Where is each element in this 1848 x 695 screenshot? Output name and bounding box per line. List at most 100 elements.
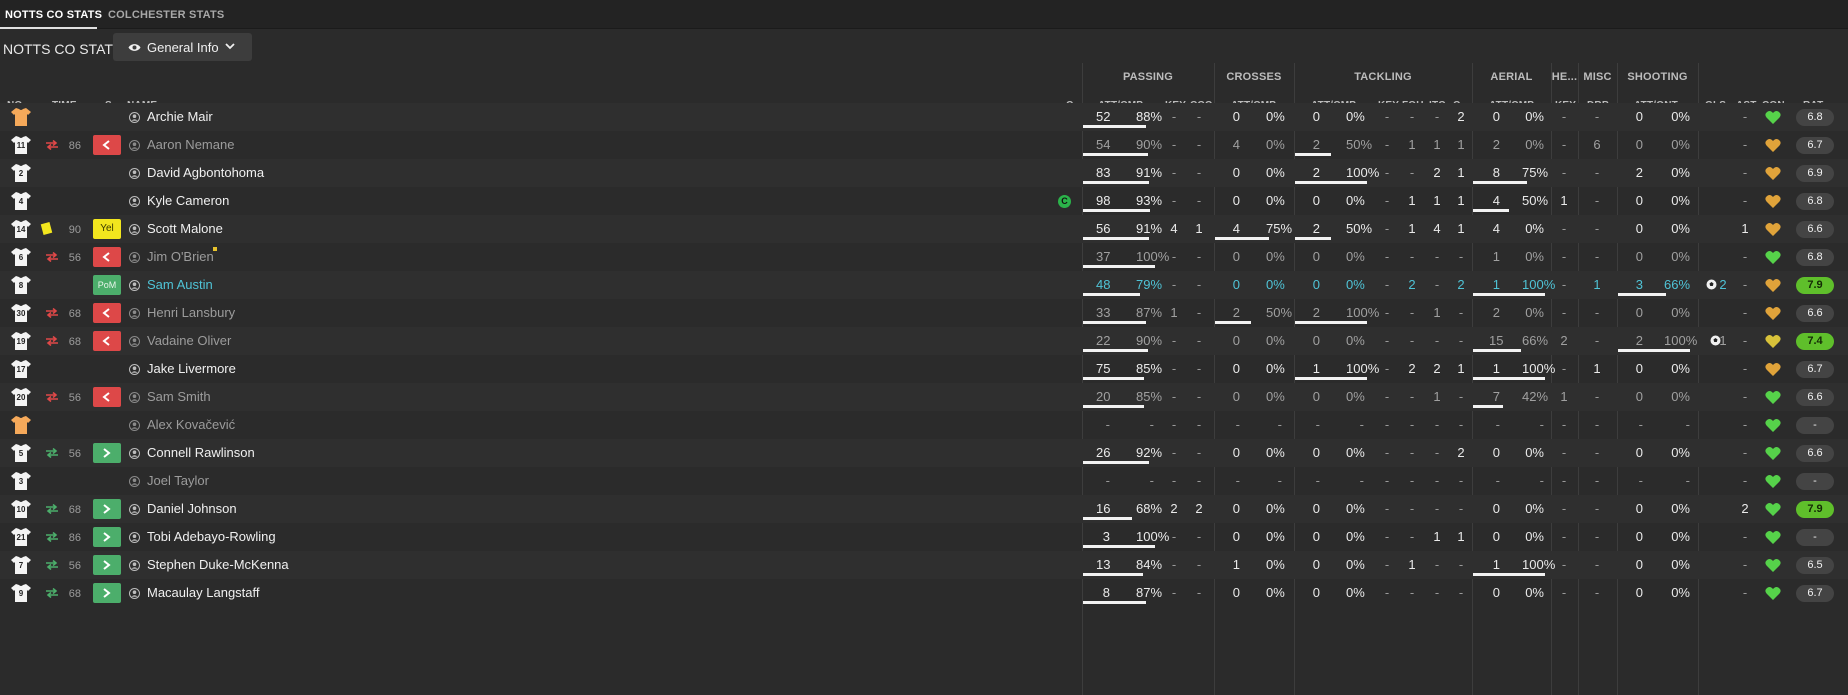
yellow-card-badge[interactable]: Yel [93,219,121,239]
stat-cross-attempts: 0 [1232,277,1240,292]
table-row[interactable]: 21 86 Tobi Adebayo-Rowling 3 100% - -0 0% 0 0% - -1… [0,523,1848,551]
sub-off-badge[interactable] [93,303,121,323]
group-header-he: HE... [1551,71,1578,83]
player-name[interactable]: Scott Malone [147,222,223,236]
stat-clear-cut-chances: - [1196,389,1202,404]
minutes-played: 68 [68,308,81,320]
player-of-match-badge[interactable]: PoM [93,275,121,295]
completion-bar [1083,461,1149,464]
table-row[interactable]: Alex Kovačević - - - - - - - - - - - - - - - - - - - - [0,411,1848,439]
stat-key-tackles: - [1384,445,1390,460]
chevron-left-icon [102,252,110,262]
table-row[interactable]: 17 Jake Livermore 75 85% - -0 0% 1 100% -2 2 1 1 100%… [0,355,1848,383]
shirt-number: 8 [18,281,24,290]
stat-key-tackles: - [1384,165,1390,180]
stat-tackle-attempts: 0 [1312,277,1320,292]
table-row[interactable]: 9 68 Macaulay Langstaff 8 87% - -0 0% 0 0% - - - -0 0%… [0,579,1848,607]
sub-on-badge[interactable] [93,583,121,603]
stat-clear-cut-chances: - [1196,305,1202,320]
stat-aerial-attempts: 1 [1492,361,1500,376]
stat-shot-attempts: 2 [1635,333,1643,348]
table-row[interactable]: 6 56 Jim O'Brien 37 100% - -0 0% 0 0% - - - -1 0% - -0 0%… [0,243,1848,271]
player-name[interactable]: Jake Livermore [147,362,236,376]
stat-clearances: 2 [1457,109,1465,124]
player-name[interactable]: David Agbontohoma [147,166,264,180]
stat-interceptions: 1 [1433,529,1441,544]
player-name[interactable]: Sam Smith [147,390,211,404]
sub-on-badge[interactable] [93,499,121,519]
table-row[interactable]: 14 90 Yel Scott Malone 56 91% 4 1 4 75% 2 50% -1 4 1 4 0… [0,215,1848,243]
tab-colchester-stats[interactable]: COLCHESTER STATS [108,9,224,21]
sub-off-badge[interactable] [93,387,121,407]
table-row[interactable]: 7 56 Stephen Duke-McKenna 13 84% - -1 0% 0 0% -1- -… [0,551,1848,579]
stat-aerial-completion: 50% [1522,193,1549,208]
table-row[interactable]: 20 56 Sam Smith 20 85% - -0 0% 0 0% - -1-7 42% 1-0 0% -… [0,383,1848,411]
player-name[interactable]: Joel Taylor [147,474,209,488]
sub-on-badge[interactable] [93,443,121,463]
table-row[interactable]: 11 86 Aaron Nemane 54 90% - -4 0% 2 50% -1 1 1 2 0% -6 0… [0,131,1848,159]
shirt-number-icon: 6 [10,246,32,268]
sub-off-badge[interactable] [93,331,121,351]
stat-shot-attempts: 2 [1635,165,1643,180]
stat-clear-cut-chances: - [1196,445,1202,460]
table-row[interactable]: 8 PoM Sam Austin 48 79% - -0 0% 0 0% -2-2 1 100% -1 3 6… [0,271,1848,299]
stat-pass-attempts: 37 [1096,249,1111,264]
stat-fouls: 1 [1408,137,1416,152]
player-name[interactable]: Kyle Cameron [147,194,229,208]
stat-headers-key: - [1561,109,1567,124]
player-name[interactable]: Connell Rawlinson [147,446,255,460]
stat-aerial-attempts: 2 [1492,305,1500,320]
stat-aerial-completion: - [1539,473,1544,488]
condition-heart-icon [1765,110,1781,124]
table-row[interactable]: 30 68 Henri Lansbury 33 87% 1-2 50% 2 100% - -1-2 0… [0,299,1848,327]
stat-pass-completion: 93% [1136,193,1163,208]
player-name[interactable]: Vadaine Oliver [147,334,231,348]
stat-aerial-attempts: 0 [1492,585,1500,600]
table-row[interactable]: Archie Mair 52 88% - -0 0% 0 0% - - -2 0 0% - -0 0% -6.8 [0,103,1848,131]
completion-bar [1618,349,1690,352]
stat-assists: - [1742,305,1748,320]
stat-assists: - [1742,445,1748,460]
player-name[interactable]: Daniel Johnson [147,502,237,516]
player-name[interactable]: Aaron Nemane [147,138,234,152]
stat-tackle-attempts: 0 [1312,445,1320,460]
sub-on-badge[interactable] [93,555,121,575]
stat-clearances: 2 [1457,445,1465,460]
completion-bar [1473,377,1545,380]
sub-off-badge[interactable] [93,247,121,267]
stat-shot-attempts: 0 [1635,305,1643,320]
player-name[interactable]: Macaulay Langstaff [147,586,260,600]
stat-pass-attempts: 16 [1096,501,1111,516]
stat-tackle-completion: 50% [1346,221,1373,236]
player-name[interactable]: Jim O'Brien [147,250,214,264]
tab-notts-co-stats[interactable]: NOTTS CO STATS [5,9,102,21]
player-name[interactable]: Alex Kovačević [147,418,235,432]
completion-bar [1473,573,1545,576]
player-name[interactable]: Henri Lansbury [147,306,235,320]
goal-ball-icon [1710,335,1721,346]
sub-on-badge[interactable] [93,527,121,547]
player-name[interactable]: Stephen Duke-McKenna [147,558,289,572]
stat-aerial-attempts: 15 [1489,333,1504,348]
stat-cross-completion: - [1277,417,1282,432]
condition-heart-icon [1765,446,1781,460]
sub-off-badge[interactable] [93,135,121,155]
table-row[interactable]: 4 Kyle Cameron C 98 93% - -0 0% 0 0% -1 1 1 4 50% 1-0 0%… [0,187,1848,215]
stat-headers-key: - [1561,445,1567,460]
view-selector-button[interactable]: General Info [113,33,252,61]
stat-headers-key: 1 [1560,389,1568,404]
table-row[interactable]: 5 56 Connell Rawlinson 26 92% - -0 0% 0 0% - - -2 0 0%… [0,439,1848,467]
player-name[interactable]: Sam Austin [147,278,213,292]
stat-pass-completion: - [1149,473,1154,488]
table-row[interactable]: 19 68 Vadaine Oliver 22 90% - -0 0% 0 0% - - - -15 66%… [0,327,1848,355]
stat-aerial-attempts: 1 [1492,277,1500,292]
player-name[interactable]: Archie Mair [147,110,213,124]
stat-shots-on-target: 0% [1671,585,1690,600]
condition-heart-icon [1765,586,1781,600]
stat-key-tackles: - [1384,585,1390,600]
table-row[interactable]: 3 Joel Taylor - - - - - - - - - - - - - - - - - - - - [0,467,1848,495]
condition-heart-icon [1765,474,1781,488]
player-name[interactable]: Tobi Adebayo-Rowling [147,530,276,544]
table-row[interactable]: 10 68 Daniel Johnson 16 68% 2 2 0 0% 0 0% - - - - 0 0% - -… [0,495,1848,523]
table-row[interactable]: 2 David Agbontohoma 83 91% - -0 0% 2 100% - -2 1 8 75… [0,159,1848,187]
